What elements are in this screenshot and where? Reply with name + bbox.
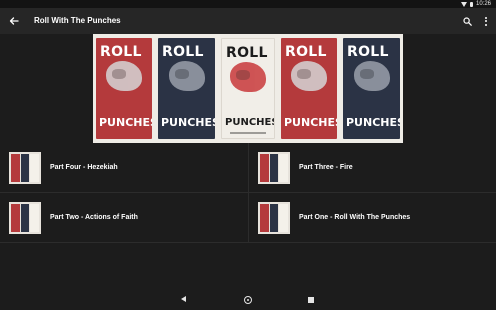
search-icon xyxy=(462,16,472,26)
poster-top-text: ROLL xyxy=(285,44,327,60)
poster-bottom-text: PUNCHES xyxy=(99,116,152,129)
poster-card: ROLL PUNCHES xyxy=(343,38,400,139)
nav-recents-icon[interactable] xyxy=(308,297,314,303)
poster-card: ROLL PUNCHES xyxy=(158,38,215,139)
banner-poster: ROLL PUNCHES xyxy=(278,34,340,143)
episode-thumbnail xyxy=(9,152,41,184)
poster-bottom-text: PUNCHES xyxy=(284,116,337,129)
more-options-button[interactable] xyxy=(481,14,491,28)
more-dot xyxy=(485,23,487,26)
poster-bottom-text: PUNCHES xyxy=(225,117,275,128)
episode-list: Part Four - Hezekiah Part Three - Fire P… xyxy=(0,143,496,243)
banner-poster: ROLL PUNCHES xyxy=(93,34,155,143)
poster-bottom-text: PUNCHES xyxy=(346,116,400,129)
more-vertical-icon xyxy=(485,16,487,19)
poster-card: ROLL PUNCHES xyxy=(281,38,337,139)
back-button[interactable] xyxy=(7,14,21,28)
boxing-glove-image xyxy=(106,61,142,92)
series-banner: ROLL PUNCHES ROLL PUNCHES ROLL PUNCHES R… xyxy=(93,34,403,143)
poster-top-text: ROLL xyxy=(100,44,142,60)
list-item[interactable]: Part Four - Hezekiah xyxy=(0,143,248,193)
boxing-glove-image xyxy=(291,61,327,92)
more-dot xyxy=(485,20,487,22)
status-time: 10:26 xyxy=(475,1,491,7)
list-item[interactable]: Part Three - Fire xyxy=(248,143,496,193)
episode-thumbnail xyxy=(9,202,41,234)
poster-bottom-text: PUNCHES xyxy=(161,116,215,129)
episode-title: Part Two - Actions of Faith xyxy=(50,214,138,221)
list-item[interactable]: Part Two - Actions of Faith xyxy=(0,193,248,243)
poster-card: ROLL PUNCHES xyxy=(221,38,275,139)
nav-home-icon[interactable] xyxy=(244,296,252,304)
episode-title: Part One - Roll With The Punches xyxy=(299,214,411,221)
status-right: 10:26 xyxy=(460,0,491,8)
app-bar: Roll With The Punches xyxy=(0,8,496,34)
wifi-icon xyxy=(460,1,467,7)
poster-top-text: ROLL xyxy=(347,44,389,60)
banner-poster: ROLL PUNCHES xyxy=(218,34,278,143)
boxing-glove-image xyxy=(353,61,390,92)
nav-back-icon[interactable] xyxy=(181,296,186,302)
page-title: Roll With The Punches xyxy=(34,16,121,25)
boxing-glove-image xyxy=(230,61,266,92)
arrow-left-icon xyxy=(9,17,19,25)
boxing-glove-image xyxy=(168,61,205,92)
status-bar: 10:26 xyxy=(0,0,496,8)
list-item[interactable]: Part One - Roll With The Punches xyxy=(248,193,496,243)
banner-poster: ROLL PUNCHES xyxy=(155,34,218,143)
banner-poster: ROLL PUNCHES xyxy=(340,34,403,143)
poster-top-text: ROLL xyxy=(226,45,268,61)
episode-title: Part Three - Fire xyxy=(299,164,353,171)
episode-thumbnail xyxy=(258,202,290,234)
system-nav-bar xyxy=(0,291,496,310)
poster-top-text: ROLL xyxy=(162,44,204,60)
search-button[interactable] xyxy=(460,14,474,28)
poster-subtitle-bar xyxy=(230,132,266,134)
episode-thumbnail xyxy=(258,152,290,184)
poster-card: ROLL PUNCHES xyxy=(96,38,152,139)
episode-title: Part Four - Hezekiah xyxy=(50,164,118,171)
battery-icon xyxy=(469,1,473,7)
